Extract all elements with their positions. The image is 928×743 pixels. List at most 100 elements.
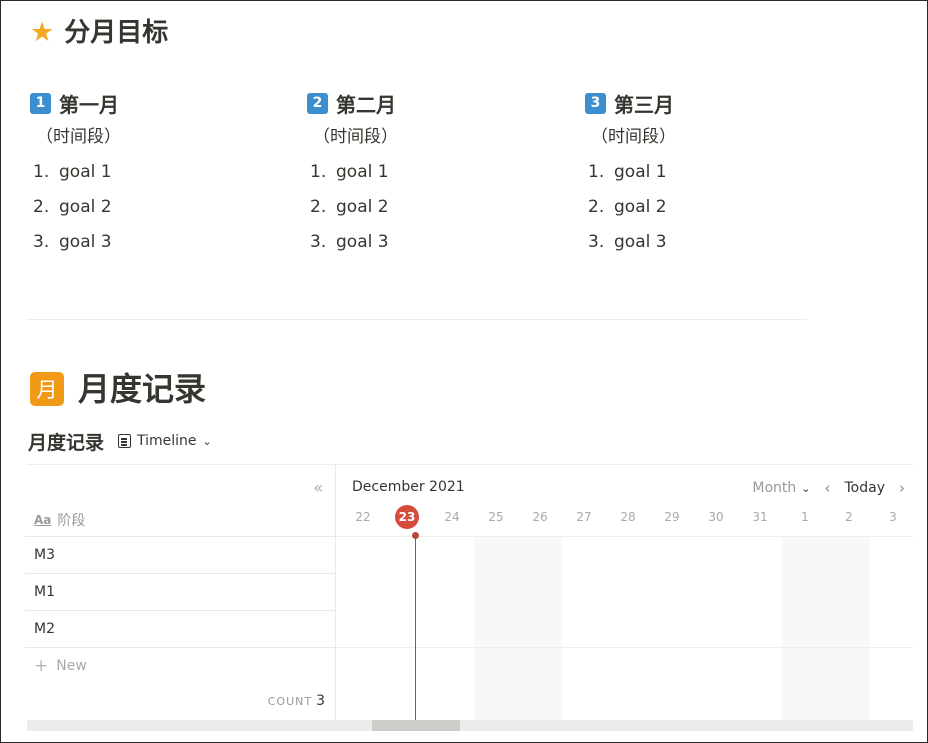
day-label: 24: [444, 510, 460, 524]
goal-item[interactable]: 1. goal 1: [30, 160, 270, 195]
goal-item[interactable]: 2. goal 2: [30, 195, 270, 230]
calendar-month-icon: 月: [30, 372, 64, 406]
prev-arrow-icon[interactable]: ‹: [825, 479, 831, 497]
database-header: 月度记录 Timeline ⌄: [28, 428, 212, 454]
text-property-icon: Aa: [34, 513, 52, 527]
goal-item[interactable]: 3. goal 3: [30, 230, 270, 265]
month-column-title[interactable]: 第二月: [336, 89, 396, 118]
scale-select[interactable]: Month ⌄: [752, 480, 810, 496]
goal-text: goal 2: [59, 197, 112, 217]
goal-text: goal 3: [614, 232, 667, 252]
current-day-badge: 23: [395, 505, 419, 529]
month-column-header: 2 第二月: [307, 88, 547, 118]
goal-text: goal 3: [336, 232, 389, 252]
goal-number: 1.: [33, 162, 50, 182]
day-label: 3: [889, 510, 897, 524]
today-marker-dot: [412, 532, 419, 539]
plus-icon: +: [34, 656, 49, 676]
goal-number: 1.: [310, 162, 327, 182]
goal-list: 1. goal 1 2. goal 2 3. goal 3: [307, 160, 547, 265]
goal-number: 3.: [33, 232, 50, 252]
goal-item[interactable]: 3. goal 3: [585, 230, 825, 265]
goal-number: 3.: [588, 232, 605, 252]
table-row[interactable]: M3: [25, 536, 335, 573]
goal-number: 2.: [588, 197, 605, 217]
day-label: 2: [845, 510, 853, 524]
row-divider: [336, 647, 913, 648]
database-title[interactable]: 月度记录: [28, 428, 104, 455]
records-heading-text: 月度记录: [78, 370, 207, 408]
count-value: 3: [316, 693, 325, 709]
timeline-controls: Month ⌄ ‹ Today ›: [752, 479, 905, 497]
month-column-1: 1 第一月 （时间段） 1. goal 1 2. goal 2 3. goal 3: [30, 88, 270, 265]
weekend-column: [782, 537, 870, 720]
goal-item[interactable]: 3. goal 3: [307, 230, 547, 265]
divider: [27, 319, 807, 320]
period-text[interactable]: （时间段）: [313, 125, 547, 149]
number-1-icon: 1: [30, 92, 51, 114]
day-label: 22: [355, 510, 371, 524]
month-column-2: 2 第二月 （时间段） 1. goal 1 2. goal 2 3. goal 3: [307, 88, 547, 265]
day-label: 25: [488, 510, 504, 524]
goals-heading: ★ 分月目标: [30, 16, 168, 50]
goal-number: 2.: [310, 197, 327, 217]
goals-heading-text: 分月目标: [64, 18, 169, 48]
goal-number: 3.: [310, 232, 327, 252]
day-label: 31: [752, 510, 768, 524]
period-text[interactable]: （时间段）: [591, 125, 825, 149]
goal-item[interactable]: 1. goal 1: [307, 160, 547, 195]
day-label: 30: [708, 510, 724, 524]
month-column-title[interactable]: 第一月: [59, 89, 119, 118]
scale-label: Month: [752, 480, 797, 496]
timeline-view-icon: [118, 434, 132, 448]
goal-list: 1. goal 1 2. goal 2 3. goal 3: [585, 160, 825, 265]
day-label: 27: [576, 510, 592, 524]
number-2-icon: 2: [307, 92, 328, 114]
count-footer[interactable]: COUNT 3: [268, 693, 325, 709]
table-row[interactable]: M1: [25, 573, 335, 610]
goal-item[interactable]: 1. goal 1: [585, 160, 825, 195]
view-switcher[interactable]: Timeline ⌄: [118, 433, 212, 449]
horizontal-scrollbar[interactable]: [27, 720, 913, 731]
property-name: 阶段: [57, 513, 86, 529]
goal-text: goal 1: [336, 162, 389, 182]
star-icon: ★: [30, 17, 55, 48]
day-label: 28: [620, 510, 636, 524]
collapse-table-icon[interactable]: «: [313, 478, 323, 497]
goal-text: goal 1: [59, 162, 112, 182]
goal-text: goal 2: [336, 197, 389, 217]
month-column-3: 3 第三月 （时间段） 1. goal 1 2. goal 2 3. goal 3: [585, 88, 825, 265]
goal-text: goal 2: [614, 197, 667, 217]
table-row[interactable]: M2: [25, 610, 335, 647]
today-marker-line: [415, 535, 416, 720]
new-row-button[interactable]: + New: [25, 647, 335, 684]
count-label: COUNT: [267, 695, 313, 708]
month-column-header: 1 第一月: [30, 88, 270, 118]
weekend-column: [474, 537, 562, 720]
month-column-header: 3 第三月: [585, 88, 825, 118]
goal-number: 1.: [588, 162, 605, 182]
number-3-icon: 3: [585, 92, 606, 114]
today-button[interactable]: Today: [845, 480, 886, 496]
goal-list: 1. goal 1 2. goal 2 3. goal 3: [30, 160, 270, 265]
day-header: 22 23 24 25 26 27 28 29 30 31 1 2 3: [336, 505, 913, 529]
day-label: 1: [801, 510, 809, 524]
day-label: 29: [664, 510, 680, 524]
scrollbar-thumb[interactable]: [372, 720, 460, 731]
goal-item[interactable]: 2. goal 2: [585, 195, 825, 230]
timeline-table-panel: « Aa 阶段 M3 M1 M2 + New COUNT 3: [25, 465, 336, 720]
period-text[interactable]: （时间段）: [36, 125, 270, 149]
month-column-title[interactable]: 第三月: [614, 89, 674, 118]
timeline-panel: December 2021 Month ⌄ ‹ Today › 22 23 24…: [336, 465, 913, 720]
goal-text: goal 1: [614, 162, 667, 182]
new-label: New: [56, 658, 87, 674]
property-header[interactable]: Aa 阶段: [34, 510, 85, 530]
goal-item[interactable]: 2. goal 2: [307, 195, 547, 230]
goal-text: goal 3: [59, 232, 112, 252]
view-label: Timeline: [137, 433, 197, 449]
day-label: 26: [532, 510, 548, 524]
timeline-month-label: December 2021: [352, 479, 465, 495]
next-arrow-icon[interactable]: ›: [899, 479, 905, 497]
goal-number: 2.: [33, 197, 50, 217]
chevron-down-icon: ⌄: [801, 481, 811, 495]
